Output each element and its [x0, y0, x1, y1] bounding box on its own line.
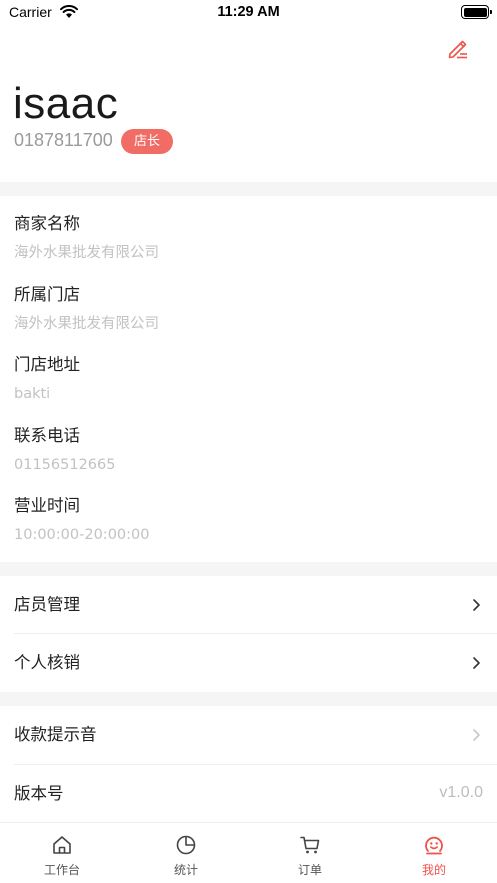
version-value: v1.0.0	[439, 784, 483, 801]
info-value: bakti	[14, 386, 51, 402]
info-label: 营业时间	[14, 496, 80, 515]
tab-workbench[interactable]: 工作台	[0, 823, 124, 883]
version-row: 版本号 v1.0.0	[0, 765, 497, 823]
status-bar: Carrier 11:29 AM	[0, 0, 497, 26]
section-divider	[0, 182, 497, 196]
info-item-phone: 联系电话 01156512665	[14, 425, 115, 475]
tab-orders[interactable]: 订单	[248, 823, 372, 883]
version-label: 版本号	[14, 784, 64, 803]
user-name: isaac	[13, 79, 119, 128]
store-info-section: 商家名称 海外水果批发有限公司 所属门店 海外水果批发有限公司 门店地址 bak…	[0, 196, 497, 562]
tab-label: 工作台	[43, 863, 80, 877]
chevron-right-icon	[473, 729, 480, 741]
info-item-hours: 营业时间 10:00:00-20:00:00	[14, 495, 149, 545]
role-badge: 店长	[121, 129, 173, 154]
edit-pencil-icon	[448, 40, 467, 59]
info-label: 所属门店	[14, 285, 80, 304]
home-icon	[53, 836, 71, 854]
info-label: 商家名称	[14, 214, 80, 233]
smile-user-icon	[425, 836, 443, 855]
info-item-merchant-name: 商家名称 海外水果批发有限公司	[14, 213, 159, 263]
info-label: 门店地址	[14, 355, 80, 374]
info-item-store: 所属门店 海外水果批发有限公司	[14, 284, 159, 334]
staff-management-row[interactable]: 店员管理	[0, 576, 497, 634]
tab-label: 我的	[421, 863, 446, 877]
tab-mine[interactable]: 我的	[372, 823, 496, 883]
personal-verification-row[interactable]: 个人核销	[0, 634, 497, 692]
chevron-right-icon	[473, 599, 480, 611]
payment-sound-label: 收款提示音	[14, 725, 97, 744]
battery-icon	[461, 5, 492, 19]
staff-management-label: 店员管理	[14, 595, 80, 614]
section-divider	[0, 562, 497, 576]
section-divider	[0, 692, 497, 706]
payment-sound-row[interactable]: 收款提示音	[0, 706, 497, 764]
info-value: 海外水果批发有限公司	[14, 245, 159, 261]
info-value: 01156512665	[14, 457, 116, 473]
cart-icon	[300, 836, 320, 854]
status-time: 11:29 AM	[217, 4, 280, 20]
personal-verification-label: 个人核销	[14, 653, 80, 672]
bottom-tab-bar: 工作台 统计 订单 我的	[0, 822, 497, 883]
edit-profile-button[interactable]	[445, 36, 471, 62]
tab-label: 订单	[297, 863, 322, 877]
chevron-right-icon	[473, 657, 480, 669]
tab-statistics[interactable]: 统计	[124, 823, 248, 883]
tab-label: 统计	[173, 863, 198, 877]
pie-chart-icon	[176, 835, 196, 855]
info-item-address: 门店地址 bakti	[14, 354, 80, 404]
info-value: 10:00:00-20:00:00	[14, 527, 150, 543]
user-phone: 0187811700	[14, 130, 113, 150]
info-label: 联系电话	[14, 426, 80, 445]
info-value: 海外水果批发有限公司	[14, 316, 159, 332]
